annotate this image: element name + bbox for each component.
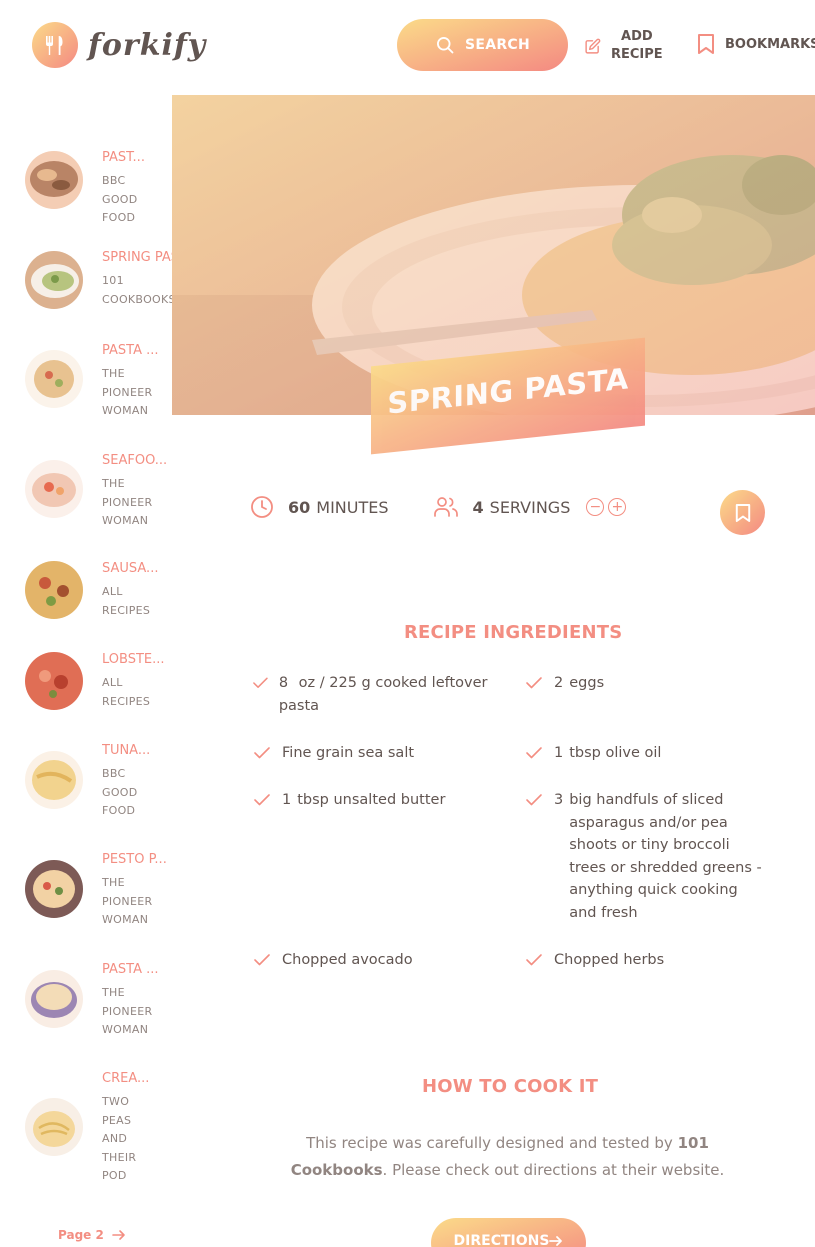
add-recipe-label-1: ADD [621,29,653,44]
ingredient-description: eggs [569,675,605,691]
logo[interactable]: forkify [32,22,206,68]
ingredient-item: 8 oz / 225 g cooked leftover pasta [252,672,492,717]
result-publisher: TWO PEAS AND THEIR POD [102,1095,137,1182]
recipe-title: SPRING PASTA [387,361,629,421]
bookmarks-button[interactable]: BOOKMARKS [697,33,815,55]
ingredient-quantity: 1 [554,745,564,761]
ingredient-description: tbsp olive oil [569,745,662,761]
result-title: CREA... [102,1071,150,1086]
check-icon [254,954,270,966]
check-icon [526,794,542,806]
ingredient-item: 3 big handfuls of sliced asparagus and/o… [524,789,769,924]
result-title: SEAFOO... [102,453,168,468]
fork-knife-icon [32,22,78,68]
ingredient-description: big handfuls of sliced asparagus and/or … [569,792,762,921]
pagination-next-button[interactable]: Page 2 [58,1228,126,1242]
check-icon [526,954,542,966]
logo-text: forkify [88,27,207,63]
directions-heading: HOW TO COOK IT [422,1076,599,1097]
ingredient-quantity: 8 [278,675,289,691]
duration-label: MINUTES [316,497,389,517]
users-icon [433,497,458,517]
result-thumbnail [25,561,83,619]
result-title: TUNA... [102,743,151,758]
ingredient-item: Chopped avocado [252,949,492,972]
ingredient-item: Fine grain sea salt [252,742,492,765]
decrease-servings-icon[interactable]: − [586,498,605,516]
ingredient-description: tbsp unsalted butter [297,792,446,808]
check-icon [526,677,542,689]
bookmark-icon [698,34,714,54]
pagination-label: Page 2 [58,1228,104,1242]
result-title: PASTA ... [102,962,159,977]
check-icon [253,677,268,688]
bookmark-icon [735,503,750,522]
result-publisher: ALL RECIPES [102,676,151,708]
result-thumbnail [25,1098,83,1156]
result-thumbnail [25,151,83,209]
ingredient-quantity: 2 [554,675,564,691]
result-title: SPRING PASTA [102,250,176,265]
recipe-details: 60 MINUTES 4 SERVINGS − + [250,495,627,519]
header: forkify SEARCH ADD RECIPE BOOKMARKS [0,0,815,92]
result-publisher: BBC GOOD FOOD [102,174,138,224]
ingredient-description: Fine grain sea salt [282,745,415,761]
search-button[interactable]: SEARCH [397,19,568,71]
ingredient-item: Chopped herbs [524,949,764,972]
ingredient-quantity: 1 [282,792,292,808]
duration-value: 60 [288,497,311,517]
ingredient-description: Chopped avocado [282,952,413,968]
directions-button-label: DIRECTIONS [453,1233,550,1247]
ingredients-heading: RECIPE INGREDIENTS [404,622,623,643]
clock-icon [251,496,273,518]
result-thumbnail [25,970,83,1028]
ingredient-description: oz / 225 g cooked leftover pasta [278,675,488,714]
servings-value: 4 [472,497,484,517]
arrow-right-icon [549,1236,563,1246]
result-thumbnail [25,751,83,809]
directions-text: This recipe was carefully designed and t… [270,1130,745,1184]
ingredient-quantity: 3 [553,792,564,808]
arrow-right-icon [112,1230,125,1240]
ingredient-item: 1 tbsp olive oil [524,742,764,765]
result-publisher: BBC GOOD FOOD [102,767,138,817]
check-icon [254,794,270,806]
result-publisher: 101 COOKBOOKS [102,274,176,306]
recipe-servings: 4 SERVINGS − + [433,496,627,518]
result-title: PAST... [102,150,145,165]
result-thumbnail [25,350,83,408]
result-thumbnail [25,860,83,918]
add-recipe-label-2: RECIPE [611,47,663,62]
increase-servings-icon[interactable]: + [608,498,627,516]
ingredient-description: Chopped herbs [554,952,665,968]
search-label: SEARCH [464,37,531,53]
result-publisher: THE PIONEER WOMAN [102,477,153,527]
result-thumbnail [25,460,83,518]
result-thumbnail [25,652,83,710]
directions-button[interactable]: DIRECTIONS [431,1218,586,1247]
add-recipe-button[interactable]: ADD RECIPE [584,28,663,64]
check-icon [526,747,542,759]
result-thumbnail [25,251,83,309]
result-title: PESTO P... [102,852,167,867]
result-publisher: THE PIONEER WOMAN [102,876,153,926]
result-publisher: THE PIONEER WOMAN [102,986,153,1036]
recipe-duration: 60 MINUTES [250,495,389,519]
bookmark-recipe-button[interactable] [720,490,765,535]
result-title: SAUSA... [102,561,159,576]
result-publisher: THE PIONEER WOMAN [102,367,153,417]
ingredient-item: 1 tbsp unsalted butter [252,789,492,812]
servings-label: SERVINGS [489,497,571,517]
result-title: PASTA ... [102,343,159,358]
search-icon [436,37,454,54]
check-icon [254,747,270,759]
result-publisher: ALL RECIPES [102,585,151,617]
ingredient-item: 2 eggs [524,672,764,695]
result-title: LOBSTE... [102,652,165,667]
directions-text-part-2: . Please check out directions at their w… [382,1161,725,1179]
edit-icon [585,38,601,54]
directions-text-part-1: This recipe was carefully designed and t… [306,1134,673,1152]
bookmarks-label: BOOKMARKS [725,36,815,52]
